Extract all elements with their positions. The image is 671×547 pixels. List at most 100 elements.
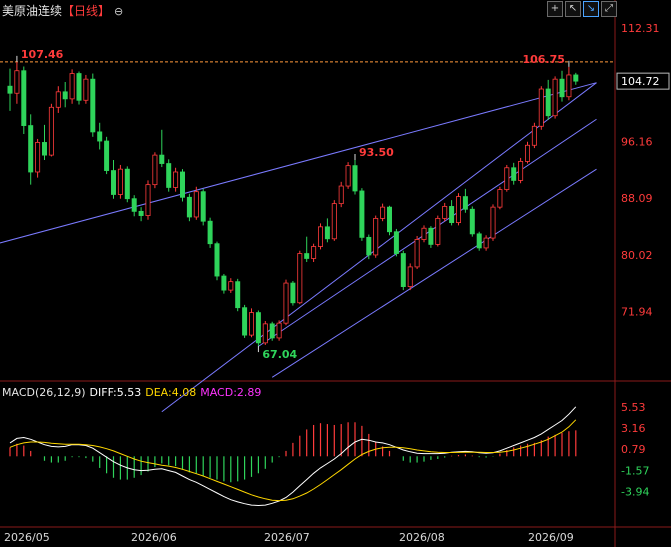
candle-body <box>111 170 117 195</box>
candle-body <box>117 168 123 195</box>
candle-body <box>124 168 130 200</box>
candle-body <box>428 227 434 245</box>
candle-body <box>76 73 82 101</box>
candle-body <box>83 78 89 101</box>
candle-body <box>7 85 13 94</box>
candle-body <box>518 161 524 181</box>
date-axis-label: 2026/07 <box>264 531 310 544</box>
candle-body <box>545 88 551 117</box>
candle-body <box>373 217 379 256</box>
candle-body <box>62 91 68 100</box>
candle-body <box>462 196 468 210</box>
candle-body <box>276 322 282 339</box>
candle-body <box>90 78 96 133</box>
candle-body <box>407 266 413 287</box>
candle-body <box>393 231 399 254</box>
candle-body <box>207 220 213 245</box>
line-tool-icon[interactable]: ↘ <box>583 1 599 17</box>
macd-dea-line <box>9 419 577 502</box>
macd-diff-label: DIFF:5.53 <box>89 386 142 399</box>
candle-body <box>69 73 75 100</box>
candle-body <box>359 190 365 238</box>
candle-body <box>331 203 337 240</box>
candle-body <box>255 312 261 344</box>
trendline <box>161 82 597 413</box>
macd-tick-label: 0.79 <box>621 443 646 456</box>
candle-body <box>152 154 158 186</box>
candle-body <box>104 140 110 171</box>
price-tick-label: 96.16 <box>621 135 653 148</box>
candle-body <box>173 171 179 188</box>
candle-body <box>269 323 275 339</box>
candle-body <box>145 184 151 216</box>
crosshair-icon[interactable]: + <box>547 1 563 17</box>
chart-header: 美原油连续【日线】 ⊖ <box>2 2 123 19</box>
macd-value-label: MACD:2.89 <box>200 386 262 399</box>
current-price-label: 104.72 <box>621 75 660 88</box>
candle-body <box>559 78 565 98</box>
candle-body <box>228 281 234 291</box>
trendline <box>0 82 597 244</box>
candle-body <box>297 253 303 304</box>
price-annotation: 107.46 <box>21 48 64 61</box>
price-tick-label: 71.94 <box>621 306 653 319</box>
macd-tick-label: 5.53 <box>621 401 646 414</box>
period-label[interactable]: 【日线】 <box>62 4 110 18</box>
candle-body <box>414 239 420 268</box>
candle-body <box>345 165 351 187</box>
cursor-icon[interactable]: ↖ <box>565 1 581 17</box>
price-tick-label: 112.31 <box>621 22 660 35</box>
candle-body <box>14 70 20 94</box>
candle-body <box>552 78 558 117</box>
candle-body <box>193 191 199 218</box>
candle-body <box>159 154 165 164</box>
chart-toolbar: + ↖ ↘ ⤢ <box>547 1 617 17</box>
instrument-name: 美原油连续 <box>2 4 63 18</box>
candle-body <box>311 246 317 259</box>
macd-dea-label: DEA:4.08 <box>145 386 197 399</box>
candle-body <box>455 196 461 224</box>
candle-body <box>97 131 103 142</box>
candle-body <box>573 74 579 82</box>
expand-icon[interactable]: ⤢ <box>601 1 617 17</box>
candle-body <box>504 167 510 190</box>
candle-body <box>55 91 61 108</box>
candle-body <box>435 217 441 245</box>
candle-body <box>21 70 27 126</box>
candle-body <box>380 206 386 219</box>
candle-body <box>442 206 448 219</box>
candle-body <box>290 282 296 304</box>
date-axis-label: 2026/09 <box>528 531 574 544</box>
candle-body <box>525 144 531 162</box>
candle-body <box>531 125 537 146</box>
candle-body <box>304 253 310 259</box>
price-tick-label: 88.09 <box>621 192 653 205</box>
trendline <box>271 168 597 378</box>
candle-body <box>366 236 372 256</box>
candle-body <box>42 142 48 156</box>
candle-body <box>352 165 358 192</box>
candle-body <box>338 185 344 205</box>
trendline <box>258 118 597 347</box>
date-axis-label: 2026/05 <box>4 531 50 544</box>
candlestick-chart: 112.31 96.16 88.09 80.02 71.94 107.46 93.50 106… <box>0 0 671 547</box>
candle-body <box>421 227 427 240</box>
candle-body <box>262 323 268 344</box>
macd-tick-label: -3.94 <box>621 486 649 499</box>
circle-minus-icon[interactable]: ⊖ <box>114 5 123 18</box>
macd-name: MACD(26,12,9) <box>2 386 86 399</box>
macd-tick-label: 3.16 <box>621 422 646 435</box>
price-annotation: 93.50 <box>359 146 394 159</box>
candle-body <box>497 189 503 208</box>
date-axis-label: 2026/06 <box>131 531 177 544</box>
macd-header: MACD(26,12,9) DIFF:5.53 DEA:4.08 MACD:2.89 <box>2 386 265 399</box>
candle-body <box>317 226 323 247</box>
candle-body <box>235 281 241 309</box>
candle-body <box>449 206 455 224</box>
date-axis-label: 2026/08 <box>399 531 445 544</box>
candle-body <box>166 163 172 188</box>
candle-body <box>179 171 185 198</box>
candle-body <box>48 106 54 156</box>
candle-body <box>511 167 517 181</box>
candle-body <box>283 282 289 324</box>
